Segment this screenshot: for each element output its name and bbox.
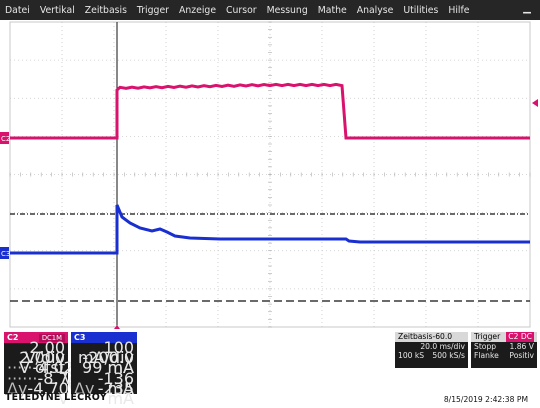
trace-c2 [10, 82, 530, 140]
value-row: 100 kS 500 kS/s [395, 351, 468, 361]
value-key: Stopp [474, 341, 497, 351]
trigger-channel: C2 DC [506, 332, 534, 342]
value-row: Stopp 1.86 V [471, 342, 537, 352]
value-text: 1.86 V [509, 341, 534, 351]
menu-messung[interactable]: Messung [262, 5, 313, 16]
menu-zeitbasis[interactable]: Zeitbasis [80, 5, 132, 16]
menu-anzeige[interactable]: Anzeige [174, 5, 221, 16]
menu-vertikal[interactable]: Vertikal [35, 5, 80, 16]
timebase-box[interactable]: Zeitbasis -60.0 ms 20.0 ms/div 100 kS 500 … [395, 332, 468, 368]
trigger-values: Stopp 1.86 V Flanke Positiv [471, 342, 537, 361]
menu-utilities[interactable]: Utilities [398, 5, 443, 16]
value-text: 20.0 ms/div [420, 341, 465, 351]
status-panel: C2 DC1M 2.00 V/div 2.000 V ofst ····· -4.02… [0, 330, 540, 407]
value-row: 20.0 ms/div [395, 342, 468, 352]
trigger-header: Trigger C2 DC [471, 332, 537, 342]
menu-hilfe[interactable]: Hilfe [443, 5, 474, 16]
marker-c3-label: C3 [1, 250, 10, 258]
value-row: Flanke Positiv [471, 351, 537, 361]
timestamp: 8/15/2019 2:42:38 PM [443, 395, 528, 404]
timebase-header: Zeitbasis -60.0 ms [395, 332, 468, 351]
menu-cursor[interactable]: Cursor [221, 5, 262, 16]
graticule-grid [9, 21, 531, 328]
channel-c2-box[interactable]: C2 DC1M 2.00 V/div 2.000 V ofst ····· -4.02… [4, 332, 79, 407]
channel-c2-values: 2.00 V/div 2.000 V ofst ····· -4.02 V ······… [4, 339, 79, 407]
trace-c3 [10, 204, 530, 255]
marker-c2-label: C2 [1, 135, 10, 143]
channel-c3-values: 100 mA/div -200.0 mA 99 mA -136 mA Δy -235 mA [71, 339, 137, 407]
value-text: Positiv [509, 351, 534, 360]
trigger-level-marker [532, 99, 538, 107]
minimize-button[interactable]: ▁ [518, 4, 536, 16]
value-key: 100 kS [398, 351, 425, 360]
value-text: 500 kS/s [432, 351, 465, 360]
timebase-offset: -60.0 ms [432, 332, 453, 351]
menu-bar: Datei Vertikal Zeitbasis Trigger Anzeige Curs… [0, 0, 540, 20]
channel-c2-label: C2 [7, 333, 19, 342]
timebase-values: 20.0 ms/div 100 kS 500 kS/s [395, 342, 468, 361]
menu-datei[interactable]: Datei [0, 5, 35, 16]
channel-c3-label: C3 [74, 333, 86, 342]
trigger-title: Trigger [474, 332, 501, 341]
menu-analyse[interactable]: Analyse [352, 5, 399, 16]
menu-trigger[interactable]: Trigger [132, 5, 174, 16]
menu-mathe[interactable]: Mathe [313, 5, 352, 16]
trigger-box[interactable]: Trigger C2 DC Stopp 1.86 V Flanke Positiv [471, 332, 537, 368]
timebase-title: Zeitbasis [398, 332, 433, 341]
brand-logo: TELEDYNE LECROY [5, 392, 107, 403]
waveform-display[interactable]: C2 C3 [0, 20, 540, 330]
value-key: Flanke [474, 351, 499, 360]
channel-c3-box[interactable]: C3 100 mA/div -200.0 mA 99 mA -136 mA Δy -235… [71, 332, 137, 407]
